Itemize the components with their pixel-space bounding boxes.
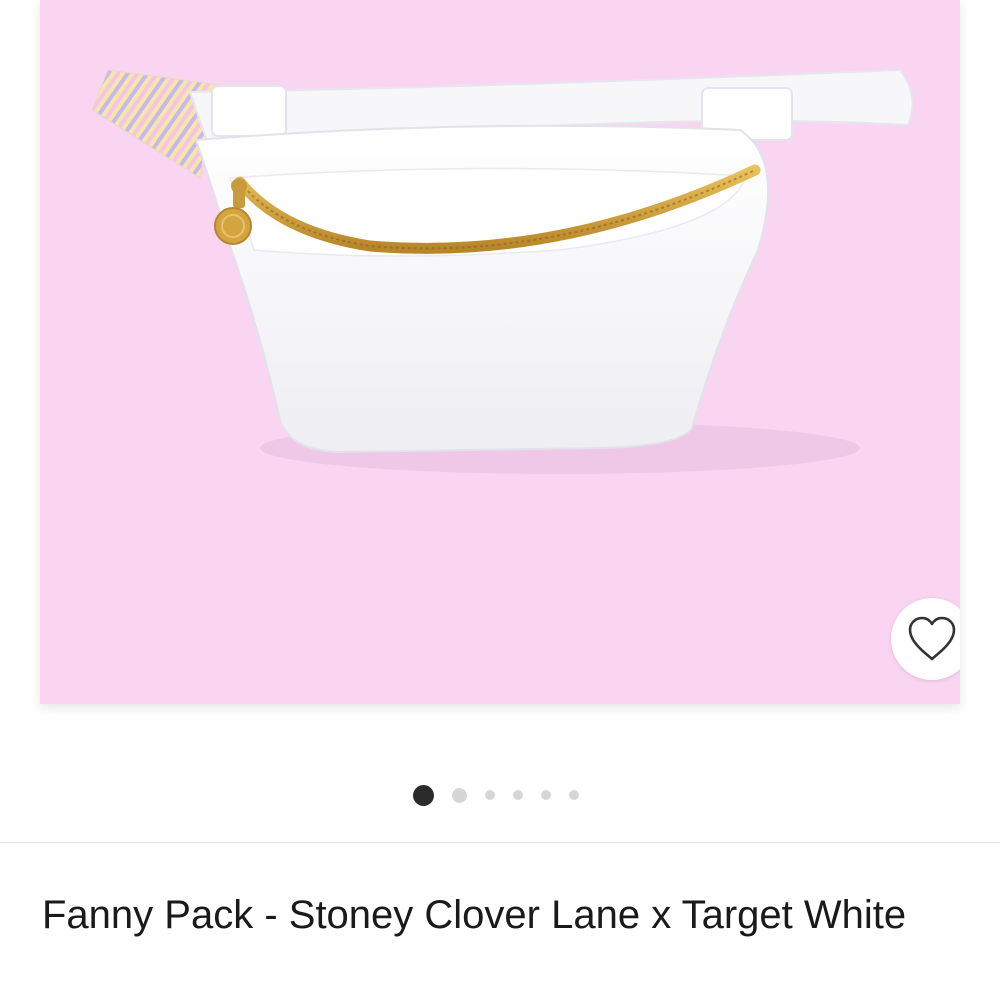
carousel-indicator xyxy=(0,784,1000,806)
carousel-dot[interactable] xyxy=(412,784,434,806)
carousel-dot[interactable] xyxy=(512,790,523,800)
carousel-dot[interactable] xyxy=(568,790,579,800)
divider xyxy=(0,842,1000,843)
product-image xyxy=(91,68,914,474)
product-page: Fanny Pack - Stoney Clover Lane x Target… xyxy=(0,0,1000,1000)
heart-outline-icon xyxy=(908,616,956,661)
product-image-card[interactable] xyxy=(40,0,960,704)
carousel-dot[interactable] xyxy=(484,790,495,800)
carousel-dot[interactable] xyxy=(451,787,467,803)
carousel-dot[interactable] xyxy=(540,790,551,800)
product-title: Fanny Pack - Stoney Clover Lane x Target… xyxy=(42,893,907,937)
